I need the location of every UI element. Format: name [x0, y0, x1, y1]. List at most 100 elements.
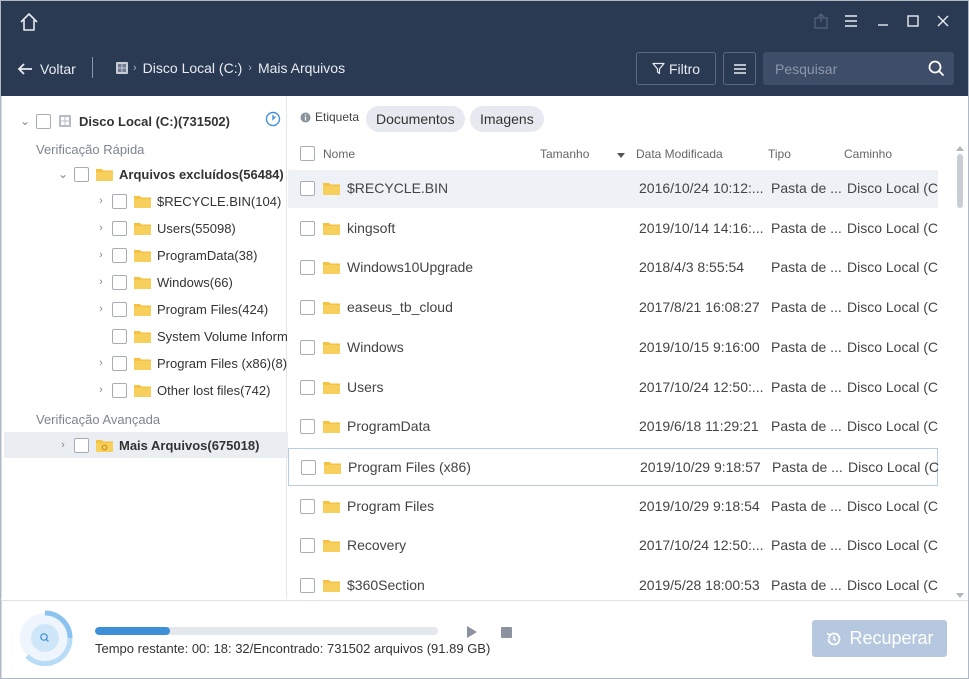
row-checkbox[interactable] [300, 339, 315, 355]
tree-item[interactable]: › Windows(66) [96, 270, 233, 294]
cell-modified: 2019/10/15 9:16:00 [639, 338, 760, 355]
chevron-right-icon[interactable]: › [96, 303, 106, 315]
share-icon[interactable] [812, 12, 830, 30]
scrollbar-thumb[interactable] [957, 154, 963, 208]
table-row[interactable]: Program Files (x86) 2019/10/29 9:18:57 Pas… [288, 447, 940, 486]
chevron-right-icon[interactable]: › [96, 357, 106, 369]
cell-type: Pasta de ... [771, 219, 841, 236]
tree-item-label: Disco Local (C:)(731502) [79, 113, 230, 129]
filter-button[interactable]: Filtro [636, 52, 716, 85]
checkbox[interactable] [112, 355, 127, 371]
scroll-up-icon[interactable] [956, 146, 964, 151]
row-checkbox[interactable] [300, 181, 315, 196]
table-row[interactable]: kingsoft 2019/10/14 14:16:... Pasta de ...… [288, 210, 939, 248]
folder-icon [134, 303, 151, 316]
row-checkbox[interactable] [300, 498, 315, 514]
table-row[interactable]: Program Files 2019/10/29 9:18:54 Pasta de … [288, 488, 939, 526]
row-checkbox[interactable] [300, 220, 315, 236]
column-modified[interactable]: Data Modificada [636, 147, 723, 161]
chevron-right-icon[interactable]: › [96, 195, 106, 207]
chevron-down-icon[interactable]: ⌄ [58, 167, 68, 181]
tree-item-label: Other lost files(742) [157, 382, 271, 398]
checkbox[interactable] [112, 193, 127, 209]
tree-item[interactable]: › $RECYCLE.BIN(104) [96, 189, 281, 213]
play-icon[interactable] [466, 626, 478, 638]
breadcrumb-item-drive[interactable]: Disco Local (C:) [143, 60, 243, 76]
tree-item[interactable]: › Program Files(424) [96, 297, 268, 321]
cell-name: easeus_tb_cloud [347, 299, 453, 316]
column-size[interactable]: Tamanho [540, 147, 589, 161]
tree-item[interactable]: › Program Files (x86)(8) [96, 351, 287, 375]
tag-label-text: Etiqueta [315, 110, 360, 124]
row-checkbox[interactable] [300, 379, 315, 395]
cell-name: kingsoft [347, 219, 396, 236]
recover-button[interactable]: Recuperar [812, 620, 947, 657]
row-checkbox[interactable] [300, 578, 315, 593]
cell-modified: 2019/10/29 9:18:54 [639, 497, 760, 514]
checkbox[interactable] [112, 220, 127, 236]
column-path[interactable]: Caminho [844, 147, 892, 161]
sort-desc-icon [617, 153, 625, 158]
close-icon[interactable] [934, 12, 952, 30]
cell-type: Pasta de ... [771, 378, 841, 395]
clock-icon[interactable] [265, 111, 281, 127]
table-row[interactable]: Users 2017/10/24 12:50:... Pasta de ... Dis… [288, 369, 939, 407]
chevron-right-icon[interactable]: › [96, 384, 106, 396]
tree-item-more-files[interactable]: › Mais Arquivos(675018) [58, 433, 259, 457]
tree-item[interactable]: › Other lost files(742) [96, 378, 270, 402]
table-row[interactable]: easeus_tb_cloud 2017/8/21 16:08:27 Pasta d… [288, 289, 939, 327]
minimize-icon[interactable] [874, 12, 892, 30]
row-checkbox[interactable] [300, 300, 315, 316]
checkbox[interactable] [74, 166, 89, 182]
checkbox[interactable] [112, 247, 127, 263]
chevron-right-icon[interactable]: › [96, 276, 106, 288]
table-row[interactable]: Windows 2019/10/15 9:16:00 Pasta de ... Dis… [288, 329, 939, 367]
table-row[interactable]: ProgramData 2019/6/18 11:29:21 Pasta de ..… [288, 408, 939, 446]
table-row[interactable]: Windows10Upgrade 2018/4/3 8:55:54 Pasta de… [288, 249, 939, 287]
checkbox[interactable] [74, 437, 89, 453]
tree-item[interactable]: System Volume Inform... [96, 324, 299, 348]
search-input[interactable] [763, 52, 923, 85]
folder-icon [134, 384, 151, 397]
checkbox[interactable] [112, 382, 127, 398]
home-icon[interactable] [18, 11, 40, 33]
chevron-right-icon[interactable]: › [96, 222, 106, 234]
tree-item-deleted-files[interactable]: ⌄ Arquivos excluídos(56484) [58, 162, 284, 186]
checkbox[interactable] [36, 113, 51, 129]
table-row[interactable]: Recovery 2017/10/24 12:50:... Pasta de ...… [288, 527, 939, 565]
checkbox[interactable] [112, 274, 127, 290]
cell-name: Program Files (x86) [348, 458, 471, 475]
column-name[interactable]: Nome [323, 147, 355, 161]
cell-type: Pasta de ... [771, 180, 841, 196]
folder-icon [323, 183, 340, 195]
column-type[interactable]: Tipo [768, 147, 791, 161]
tag-chip-images[interactable]: Imagens [470, 106, 544, 132]
table-row[interactable]: $RECYCLE.BIN 2016/10/24 10:12:... Pasta de… [288, 170, 939, 208]
cell-name: $360Section [347, 577, 425, 593]
scroll-down-icon[interactable] [956, 593, 964, 598]
tree-item-label: Windows(66) [157, 274, 233, 290]
tag-chip-documents[interactable]: Documentos [366, 106, 465, 132]
checkbox[interactable] [112, 301, 127, 317]
menu-icon[interactable] [842, 12, 860, 30]
maximize-icon[interactable] [904, 12, 922, 30]
tree-item-label: System Volume Inform... [157, 328, 299, 344]
search-icon[interactable] [928, 60, 945, 77]
row-checkbox[interactable] [300, 538, 315, 554]
select-all-checkbox[interactable] [300, 146, 315, 161]
row-checkbox[interactable] [300, 260, 315, 276]
row-checkbox[interactable] [301, 459, 316, 475]
stop-button[interactable] [501, 627, 512, 638]
breadcrumb-item-current[interactable]: Mais Arquivos [258, 60, 345, 76]
chevron-down-icon[interactable]: ⌄ [20, 114, 30, 128]
scrollbar[interactable] [954, 146, 966, 598]
chevron-right-icon[interactable]: › [96, 249, 106, 261]
chevron-right-icon[interactable]: › [58, 439, 68, 451]
tree-item[interactable]: › Users(55098) [96, 216, 236, 240]
tree-item[interactable]: › ProgramData(38) [96, 243, 257, 267]
list-view-button[interactable] [723, 52, 756, 85]
back-button[interactable]: Voltar [17, 58, 76, 80]
checkbox[interactable] [112, 328, 127, 344]
tree-item-root[interactable]: ⌄ Disco Local (C:)(731502) [20, 109, 230, 133]
row-checkbox[interactable] [300, 419, 315, 435]
